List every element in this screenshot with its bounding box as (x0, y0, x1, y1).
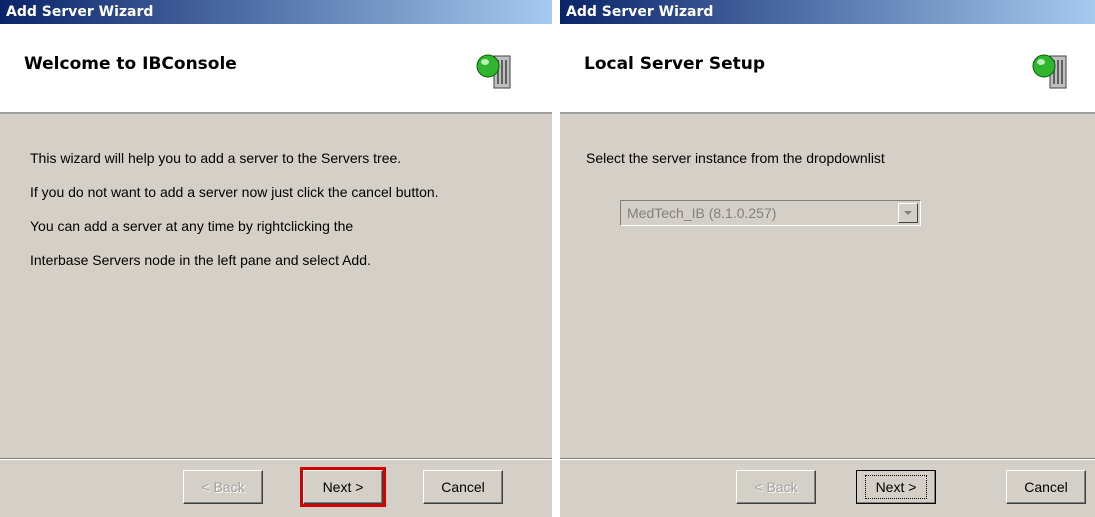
dropdown-value: MedTech_IB (8.1.0.257) (627, 205, 777, 221)
window-separator (552, 0, 560, 517)
wizard-window-welcome: Add Server Wizard Welcome to IBConsole T… (0, 0, 552, 517)
welcome-line-3: You can add a server at any time by righ… (30, 218, 354, 234)
footer-divider (560, 458, 1095, 460)
instruction-line: Select the server instance from the drop… (586, 150, 885, 166)
back-button-label: < Back (754, 479, 798, 495)
wizard-window-local-server: Add Server Wizard Local Server Setup Sel… (560, 0, 1095, 517)
next-button[interactable]: Next > (300, 467, 386, 507)
next-button-label: Next > (864, 475, 928, 499)
server-instance-dropdown[interactable]: MedTech_IB (8.1.0.257) (620, 200, 921, 226)
back-button[interactable]: < Back (736, 470, 816, 504)
footer-divider (0, 458, 552, 460)
server-globe-icon (476, 54, 511, 89)
window-title: Add Server Wizard (0, 0, 552, 24)
wizard-header: Welcome to IBConsole (0, 24, 552, 114)
cancel-button-label: Cancel (1024, 479, 1068, 495)
dropdown-arrow-icon[interactable] (898, 203, 918, 223)
welcome-line-4: Interbase Servers node in the left pane … (30, 252, 371, 268)
back-button[interactable]: < Back (183, 470, 263, 504)
next-button[interactable]: Next > (856, 470, 936, 504)
cancel-button[interactable]: Cancel (423, 470, 503, 504)
instruction-text: Select the server instance from the drop… (586, 150, 1085, 184)
cancel-button[interactable]: Cancel (1006, 470, 1086, 504)
welcome-line-1: This wizard will help you to add a serve… (30, 150, 402, 166)
wizard-header: Local Server Setup (560, 24, 1095, 114)
server-globe-icon (1032, 54, 1067, 89)
welcome-text: This wizard will help you to add a serve… (30, 150, 542, 286)
welcome-line-2: If you do not want to add a server now j… (30, 184, 439, 200)
page-title: Welcome to IBConsole (24, 54, 237, 74)
page-title: Local Server Setup (584, 54, 766, 74)
window-title: Add Server Wizard (560, 0, 1095, 24)
